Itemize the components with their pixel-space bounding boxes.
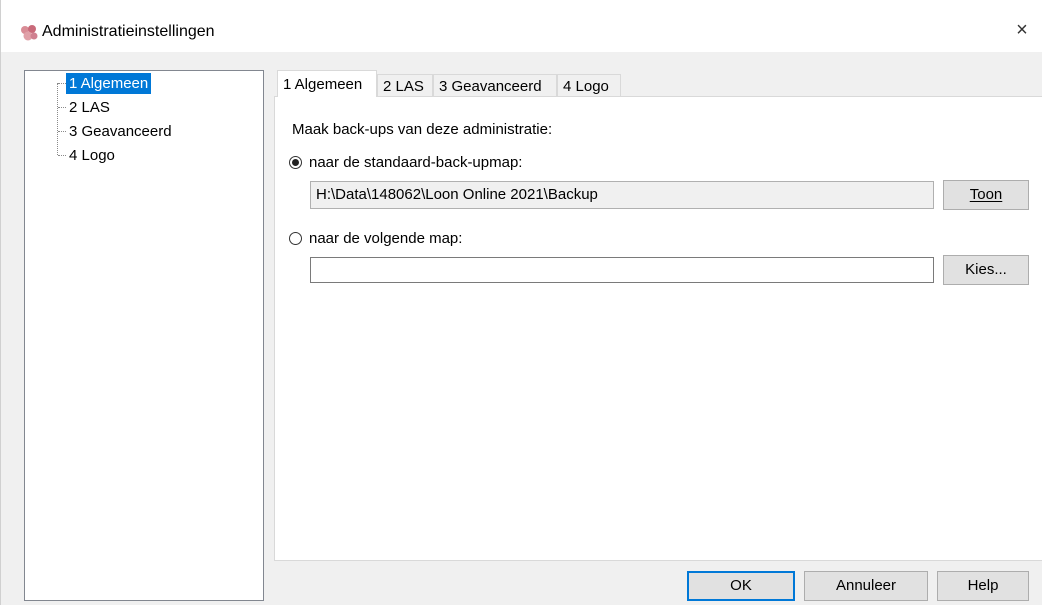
choose-folder-button[interactable]: Kies... — [943, 255, 1029, 285]
tree-item-label: 2 LAS — [69, 99, 110, 116]
window-title: Administratieinstellingen — [42, 23, 215, 40]
settings-tree: 1 Algemeen 2 LAS 3 Geavanceerd 4 Logo — [24, 70, 264, 601]
radio-button-unchecked[interactable] — [289, 232, 302, 245]
show-button-label: Toon — [969, 186, 1003, 203]
app-logo-icon — [19, 24, 39, 42]
backup-section-label: Maak back-ups van deze administratie: — [292, 121, 553, 138]
tree-connector-line — [57, 83, 58, 155]
show-button[interactable]: Toon — [943, 180, 1029, 210]
tab-panel-algemeen: Maak back-ups van deze administratie: na… — [274, 96, 1042, 561]
cancel-button[interactable]: Annuleer — [804, 571, 928, 601]
radio-label: naar de standaard-back-upmap: — [309, 154, 523, 171]
tree-connector-line — [58, 131, 66, 132]
radio-label: naar de volgende map: — [309, 230, 463, 247]
title-bar: Administratieinstellingen × — [1, 0, 1042, 52]
tree-item-label: 3 Geavanceerd — [69, 123, 172, 140]
tree-item-label: 1 Algemeen — [66, 73, 152, 94]
tree-connector-line — [58, 155, 66, 156]
help-button[interactable]: Help — [937, 571, 1029, 601]
tree-connector-line — [58, 83, 66, 84]
tab-las[interactable]: 2 LAS — [377, 74, 433, 97]
custom-backup-path-input[interactable] — [310, 257, 934, 283]
tab-geavanceerd[interactable]: 3 Geavanceerd — [433, 74, 557, 97]
radio-button-checked[interactable] — [289, 156, 302, 169]
tab-logo[interactable]: 4 Logo — [557, 74, 621, 97]
ok-button[interactable]: OK — [687, 571, 795, 601]
settings-dialog: Administratieinstellingen × 1 Algemeen 2… — [0, 0, 1042, 605]
tab-algemeen[interactable]: 1 Algemeen — [277, 70, 377, 97]
default-backup-path: H:\Data\148062\Loon Online 2021\Backup — [310, 181, 934, 209]
tree-connector-line — [58, 107, 66, 108]
tree-item-label: 4 Logo — [69, 147, 115, 164]
close-button[interactable]: × — [1002, 10, 1042, 50]
